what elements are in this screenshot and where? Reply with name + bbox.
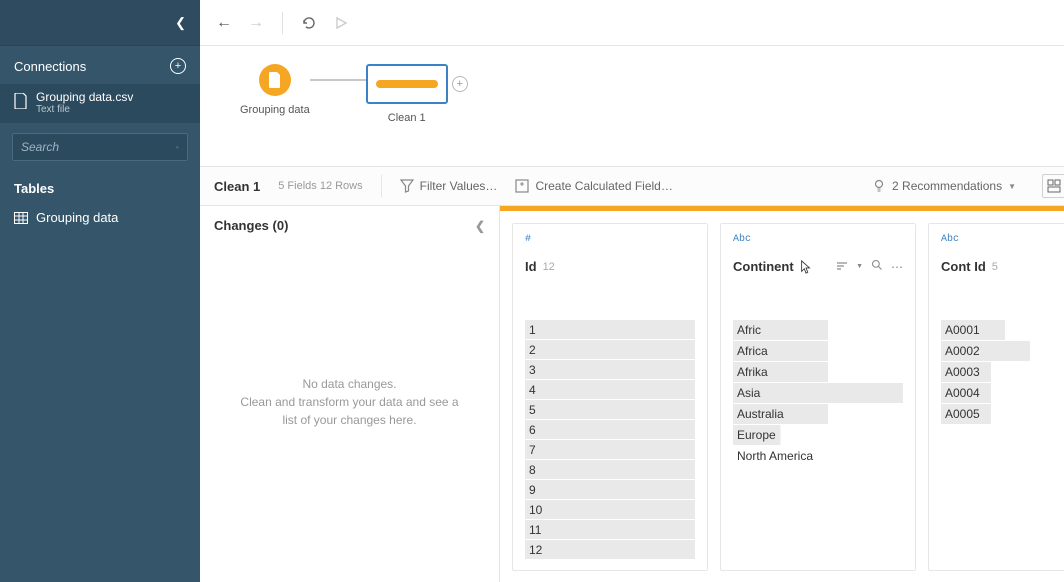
changes-empty-line2: Clean and transform your data and see a … [234,393,465,429]
changes-panel: Changes (0) ❮ No data changes. Clean and… [200,206,500,582]
value-row[interactable]: 7 [525,440,695,460]
input-node[interactable]: Grouping data [240,64,310,116]
flow-canvas[interactable]: Grouping data Clean 1 + [200,46,1064,166]
clean-node[interactable]: Clean 1 [366,64,448,124]
step-toolbar: Clean 1 5 Fields 12 Rows Filter Values… … [200,166,1064,206]
separator [381,175,382,197]
sidebar-topbar: ❮ [0,0,200,46]
column-type-string: Abc [733,234,903,245]
value-row[interactable]: 10 [525,500,695,520]
filter-values-label: Filter Values… [420,179,498,193]
recommendations-label: 2 Recommendations [892,179,1002,193]
table-item[interactable]: Grouping data [0,204,200,231]
column-count-id: 12 [543,261,555,273]
layout-toggle-button[interactable] [1042,174,1064,198]
cursor-icon [800,260,812,274]
funnel-icon [400,179,414,193]
connection-title: Grouping data.csv [36,90,133,104]
column-contid[interactable]: Abc Cont Id 5 A0001A0002A0003A0004A0005 [928,223,1064,571]
changes-empty-line1: No data changes. [302,375,396,393]
back-button[interactable]: ← [214,13,234,33]
sidebar: ❮ Connections + Grouping data.csv Text f… [0,0,200,582]
filter-values-button[interactable]: Filter Values… [400,179,498,193]
value-row[interactable]: 3 [525,360,695,380]
run-button[interactable] [331,13,351,33]
value-row[interactable]: 1 [525,320,695,340]
chevron-down-icon: ▼ [1008,182,1016,191]
value-row[interactable]: A0002 [941,341,1055,361]
create-calc-button[interactable]: Create Calculated Field… [515,179,672,193]
connections-header: Connections + [0,46,200,84]
lightbulb-icon [872,179,886,193]
search-icon [871,259,883,271]
value-row[interactable]: 4 [525,380,695,400]
value-row[interactable]: 12 [525,540,695,560]
refresh-icon [301,15,317,31]
table-item-label: Grouping data [36,210,118,225]
table-icon [14,212,28,224]
search-icon [176,141,179,154]
tables-heading: Tables [0,171,200,204]
step-title: Clean 1 [214,179,260,194]
column-name-continent: Continent [733,259,794,274]
add-connection-button[interactable]: + [170,58,186,74]
calc-icon [515,179,529,193]
connection-item[interactable]: Grouping data.csv Text file [0,84,200,123]
add-step-button[interactable]: + [452,76,468,92]
value-row[interactable]: Afric [733,320,903,340]
layout-icon [1047,179,1061,193]
input-node-label: Grouping data [240,104,310,116]
forward-button[interactable]: → [246,13,266,33]
value-row[interactable]: Australia [733,404,903,424]
changes-collapse-icon[interactable]: ❮ [475,219,485,233]
file-icon [14,93,28,109]
column-id[interactable]: # Id 12 123456789101112 [512,223,708,571]
changes-title: Changes (0) [214,218,288,233]
value-row[interactable]: Africa [733,341,903,361]
file-icon [268,72,282,88]
value-row[interactable]: North America [733,446,903,466]
separator [282,12,283,34]
value-row[interactable]: 5 [525,400,695,420]
sort-dropdown-icon[interactable]: ▼ [856,263,863,270]
value-row[interactable]: 9 [525,480,695,500]
step-meta: 5 Fields 12 Rows [278,180,362,192]
refresh-button[interactable] [299,13,319,33]
changes-empty-state: No data changes. Clean and transform you… [214,233,485,570]
column-name-contid: Cont Id [941,259,986,274]
connection-subtitle: Text file [36,104,133,115]
column-count-contid: 5 [992,261,998,273]
column-type-number: # [525,234,695,245]
column-name-id: Id [525,259,537,274]
value-row[interactable]: 11 [525,520,695,540]
sidebar-collapse-icon[interactable]: ❮ [175,15,186,31]
topbar: ← → [200,0,1064,46]
data-profile-grid: # Id 12 123456789101112 [500,206,1064,582]
clean-node-label: Clean 1 [388,112,426,124]
value-row[interactable]: Afrika [733,362,903,382]
value-row[interactable]: 8 [525,460,695,480]
value-row[interactable]: 2 [525,340,695,360]
column-search-button[interactable] [871,259,883,274]
create-calc-label: Create Calculated Field… [535,179,672,193]
sort-button[interactable] [836,260,848,274]
search-box[interactable] [12,133,188,161]
value-row[interactable]: A0005 [941,404,1055,424]
value-row[interactable]: 6 [525,420,695,440]
search-input[interactable] [21,140,176,154]
column-more-button[interactable]: ⋯ [891,260,903,274]
value-row[interactable]: A0003 [941,362,1055,382]
connections-label: Connections [14,59,86,74]
value-row[interactable]: A0004 [941,383,1055,403]
column-continent[interactable]: Abc Continent [720,223,916,571]
value-row[interactable]: Asia [733,383,903,403]
value-row[interactable]: A0001 [941,320,1055,340]
flow-edge [310,79,366,81]
play-icon [334,16,348,30]
recommendations-button[interactable]: 2 Recommendations ▼ [872,179,1016,193]
value-row[interactable]: Europe [733,425,903,445]
column-type-string: Abc [941,234,1055,245]
sort-icon [836,261,848,271]
